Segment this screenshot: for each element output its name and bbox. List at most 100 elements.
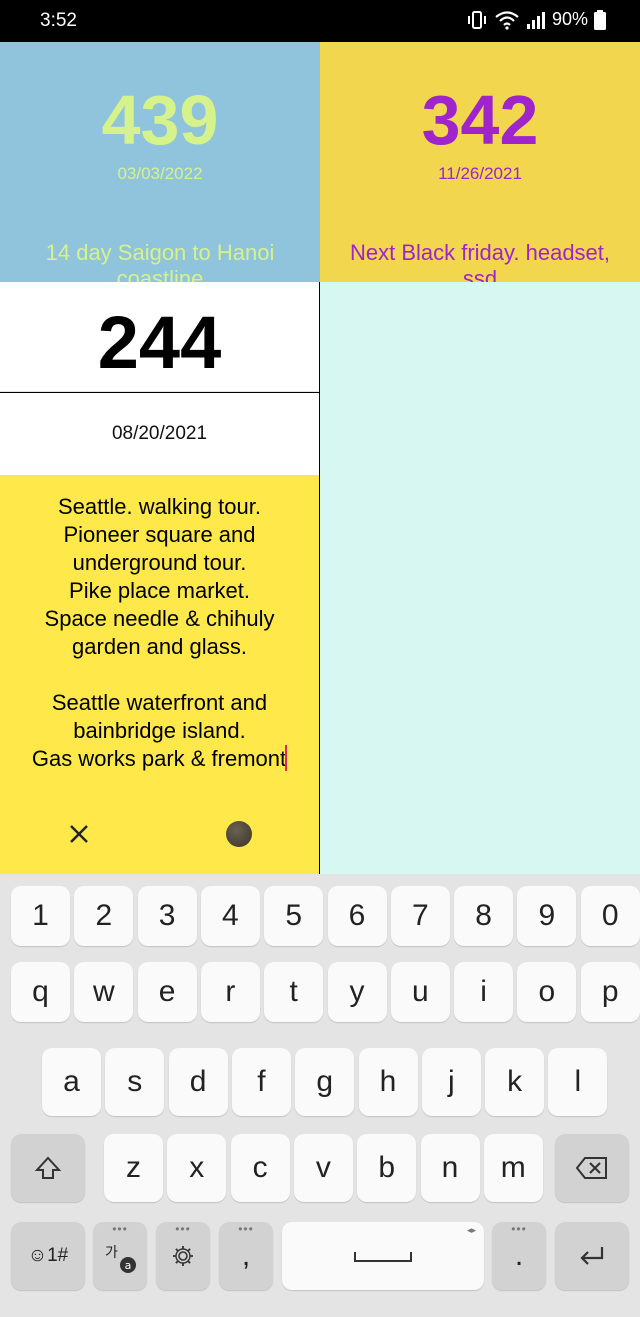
key-r[interactable]: r (200, 962, 260, 1022)
soft-keyboard: 1 2 3 4 5 6 7 8 9 0 q w e r t y u i o p a s d f g h j k l z x c v b n m ☺1# •… (0, 874, 640, 1317)
backspace-icon (575, 1157, 607, 1179)
key-z-label: z (126, 1151, 141, 1184)
key-7[interactable]: 7 (390, 886, 450, 946)
key-u[interactable]: u (390, 962, 450, 1022)
key-i[interactable]: i (454, 962, 514, 1022)
key-r-label: r (225, 975, 236, 1008)
key-e[interactable]: e (137, 962, 197, 1022)
svg-text:a: a (125, 1259, 132, 1272)
notes-textarea[interactable]: Seattle. walking tour. Pioneer square an… (0, 475, 319, 874)
days-count-field[interactable]: 244 (0, 282, 319, 392)
space-icon (354, 1252, 412, 1262)
note-line (10, 661, 309, 689)
status-bar: 3:52 90% (0, 0, 640, 42)
key-8-label: 8 (475, 899, 492, 932)
note-line: bainbridge island. (73, 718, 246, 743)
edit-date: 08/20/2021 (111, 423, 208, 444)
settings-key[interactable]: ••• (156, 1222, 210, 1290)
key-g-label: g (316, 1065, 334, 1098)
key-v[interactable]: v (293, 1134, 353, 1202)
shift-key[interactable] (11, 1134, 85, 1202)
comma-key[interactable]: •••, (219, 1222, 273, 1290)
note-line: Pioneer square and (63, 522, 256, 547)
key-q[interactable]: q (11, 962, 70, 1022)
key-0[interactable]: 0 (580, 886, 640, 946)
key-f[interactable]: f (231, 1048, 291, 1116)
comma-key-label: , (241, 1239, 251, 1272)
key-4-label: 4 (222, 899, 239, 932)
date-field[interactable]: 08/20/2021 (0, 393, 319, 475)
edit-card: 244 08/20/2021 Seattle. walking tour. Pi… (0, 282, 319, 874)
tile-description: Next Black friday. headset, ssd (349, 240, 611, 282)
backspace-key[interactable] (555, 1134, 629, 1202)
key-g[interactable]: g (295, 1048, 355, 1116)
note-line: Space needle & chihuly (44, 606, 275, 631)
close-button[interactable] (64, 819, 94, 849)
key-5-label: 5 (285, 899, 303, 932)
key-v-label: v (315, 1151, 331, 1184)
tile-days-count: 342 (421, 81, 539, 159)
key-8[interactable]: 8 (454, 886, 514, 946)
key-6[interactable]: 6 (327, 886, 387, 946)
period-key[interactable]: •••. (492, 1222, 546, 1290)
key-a[interactable]: a (42, 1048, 101, 1116)
wifi-icon (495, 10, 519, 30)
key-2[interactable]: 2 (74, 886, 134, 946)
period-key-label: . (514, 1239, 524, 1272)
lang-a-icon: a (120, 1257, 136, 1273)
note-line: Seattle. walking tour. (57, 494, 261, 519)
vibrate-icon (467, 10, 486, 29)
key-y-label: y (349, 975, 365, 1008)
key-y[interactable]: y (327, 962, 387, 1022)
key-dots: ••• (511, 1222, 527, 1236)
key-dots: ••• (112, 1222, 128, 1236)
key-3-label: 3 (158, 899, 176, 932)
enter-key[interactable] (555, 1222, 629, 1290)
key-3[interactable]: 3 (137, 886, 197, 946)
key-4[interactable]: 4 (200, 886, 260, 946)
key-o[interactable]: o (517, 962, 577, 1022)
symbols-key-label: ☺1# (27, 1245, 69, 1266)
tile-date: 11/26/2021 (438, 164, 522, 183)
key-k-label: k (507, 1065, 523, 1098)
countdown-tile[interactable]: 342 11/26/2021 Next Black friday. headse… (320, 42, 640, 282)
key-n[interactable]: n (420, 1134, 480, 1202)
shift-icon (34, 1156, 62, 1179)
key-z[interactable]: z (104, 1134, 163, 1202)
countdown-tile[interactable]: 439 03/03/2022 14 day Saigon to Hanoi co… (0, 42, 320, 282)
symbols-key[interactable]: ☺1# (11, 1222, 85, 1290)
key-f-label: f (257, 1065, 266, 1098)
note-line: Seattle waterfront and (51, 690, 268, 715)
key-m-label: m (500, 1151, 526, 1184)
key-1[interactable]: 1 (11, 886, 70, 946)
battery-percent: 90% (551, 9, 588, 29)
note-line: underground tour. (72, 550, 247, 575)
language-key[interactable]: ••• 가 a (93, 1222, 147, 1290)
key-d[interactable]: d (168, 1048, 228, 1116)
key-5[interactable]: 5 (264, 886, 324, 946)
key-b-label: b (378, 1151, 396, 1184)
tile-days-count: 439 (101, 81, 219, 159)
note-line: garden and glass. (72, 634, 247, 659)
key-h[interactable]: h (358, 1048, 418, 1116)
key-s-label: s (127, 1065, 143, 1098)
key-l[interactable]: l (548, 1048, 608, 1116)
key-dots: ••• (238, 1222, 254, 1236)
key-t[interactable]: t (264, 962, 324, 1022)
key-c[interactable]: c (230, 1134, 290, 1202)
key-k[interactable]: k (485, 1048, 545, 1116)
close-icon (70, 825, 88, 843)
key-x[interactable]: x (167, 1134, 227, 1202)
key-s[interactable]: s (105, 1048, 165, 1116)
space-key[interactable]: ◂▸ (282, 1222, 484, 1290)
key-m[interactable]: m (483, 1134, 543, 1202)
signal-icon (526, 11, 545, 29)
key-9[interactable]: 9 (517, 886, 577, 946)
color-picker-button[interactable] (226, 821, 252, 847)
key-w[interactable]: w (74, 962, 134, 1022)
key-p[interactable]: p (580, 962, 640, 1022)
key-j[interactable]: j (421, 1048, 481, 1116)
key-b[interactable]: b (357, 1134, 417, 1202)
key-i-label: i (480, 975, 487, 1008)
key-a-label: a (63, 1065, 80, 1098)
